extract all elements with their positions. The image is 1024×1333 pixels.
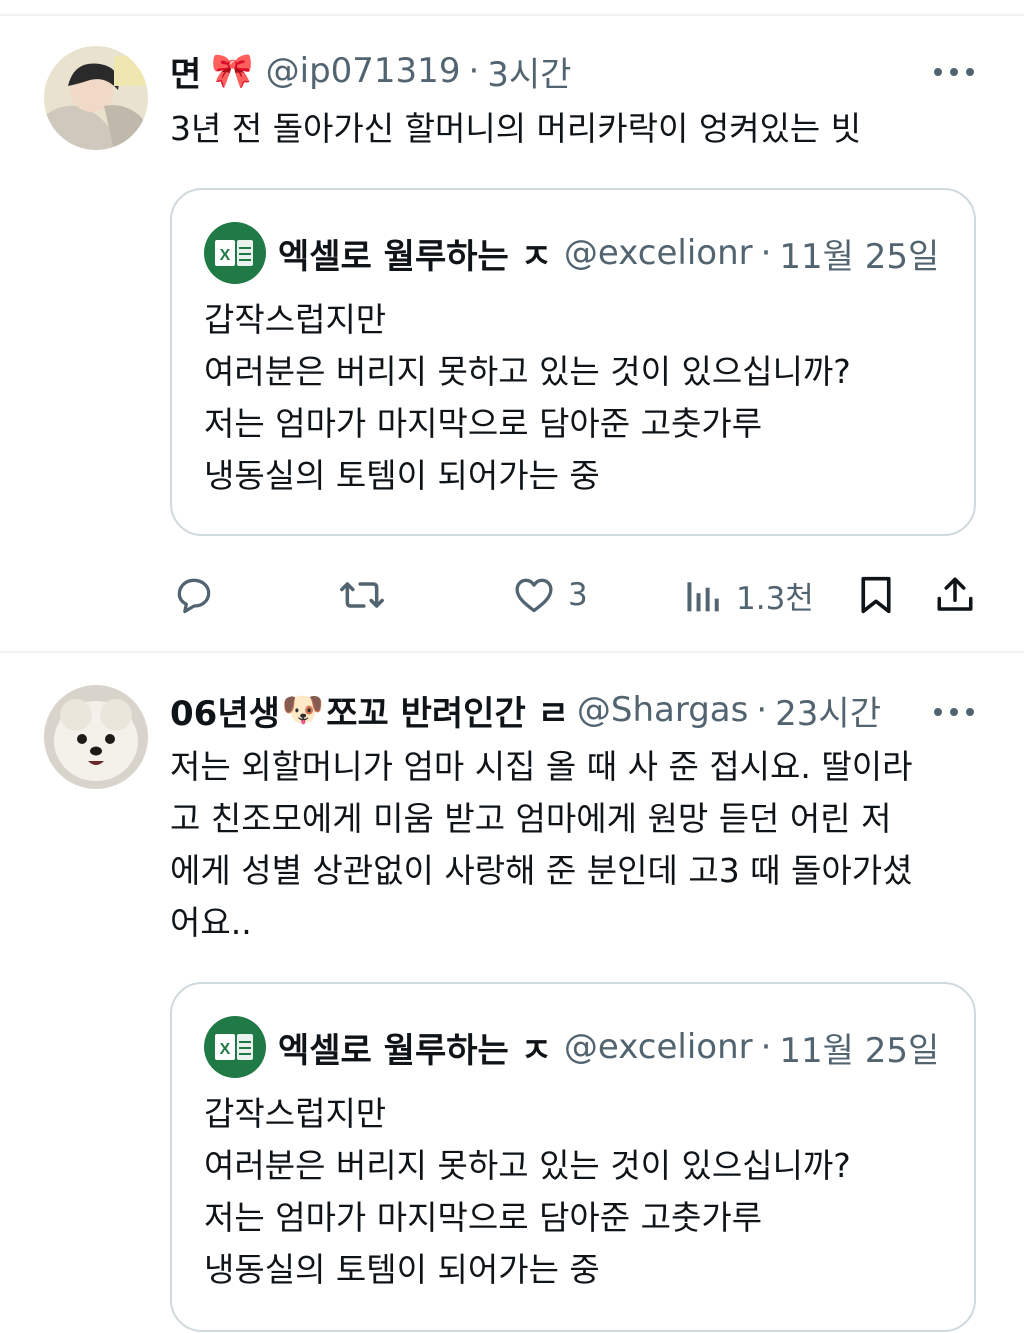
post-text: 저는 외할머니가 엄마 시집 올 때 사 준 접시요. 딸이라 고 친조모에게 …: [170, 741, 912, 949]
quote-text-line: 저는 엄마가 마지막으로 담아준 고춧가루: [204, 404, 763, 443]
more-dots-icon[interactable]: [934, 62, 974, 82]
author-handle[interactable]: @ip071319: [266, 51, 461, 91]
author-name[interactable]: 면: [170, 47, 201, 96]
bookmark-button[interactable]: [856, 570, 896, 620]
ribbon-emoji-icon: 🎀: [211, 51, 254, 91]
views-button[interactable]: 1.3천: [684, 570, 814, 620]
post-text-line: 고 친조모에게 미움 받고 엄마에게 원망 듣던 어린 저: [170, 799, 892, 838]
quoted-post[interactable]: X 엑셀로 월루하는 ㅈ @excelionr · 11월 25일 갑작스럽지만…: [170, 982, 976, 1332]
post-text-line: 어요..: [170, 903, 252, 942]
avatar-image: [44, 685, 148, 789]
avatar[interactable]: [44, 685, 148, 789]
quote-text-line: 저는 엄마가 마지막으로 담아준 고춧가루: [204, 1198, 763, 1237]
avatar[interactable]: [44, 46, 148, 150]
quote-text-line: 여러분은 버리지 못하고 있는 것이 있으십니까?: [204, 1146, 851, 1185]
more-dots-icon[interactable]: [934, 702, 974, 722]
share-icon: [937, 577, 973, 611]
post-time[interactable]: 3시간: [487, 47, 571, 96]
post-1[interactable]: 면 🎀 @ip071319 · 3시간 3년 전 돌아가신 할머니의 머리카락이…: [0, 0, 1024, 650]
views-chart-icon: [687, 582, 719, 612]
author-name[interactable]: 06년생: [170, 686, 280, 735]
post-2[interactable]: 06년생 🐶 쪼꼬 반려인간 ㄹ @Shargas · 23시간 저는 외할머니…: [0, 652, 1024, 1333]
view-count: 1.3천: [736, 580, 814, 617]
quote-text: 갑작스럽지만 여러분은 버리지 못하고 있는 것이 있으십니까? 저는 엄마가 …: [204, 294, 851, 502]
avatar-image: [44, 46, 148, 150]
quote-header: X 엑셀로 월루하는 ㅈ @excelionr · 11월 25일: [204, 222, 939, 284]
quote-author-name: 엑셀로 월루하는 ㅈ: [278, 236, 552, 277]
quote-time: 11월 25일: [779, 1030, 940, 1071]
separator-dot: ·: [760, 233, 772, 273]
quote-author-handle: @excelionr: [563, 1027, 753, 1067]
quote-author-handle: @excelionr: [563, 233, 753, 273]
quote-text-line: 갑작스럽지만: [204, 300, 387, 339]
quote-text-line: 냉동실의 토템이 되어가는 중: [204, 456, 600, 495]
excel-logo-icon: X: [204, 1016, 266, 1078]
quote-header: X 엑셀로 월루하는 ㅈ @excelionr · 11월 25일: [204, 1016, 939, 1078]
share-button[interactable]: [934, 570, 976, 620]
quoted-post[interactable]: X 엑셀로 월루하는 ㅈ @excelionr · 11월 25일 갑작스럽지만…: [170, 188, 976, 536]
action-bar: 3 1.3천: [170, 570, 980, 620]
svg-text:X: X: [220, 1041, 231, 1058]
quote-text-line: 냉동실의 토템이 되어가는 중: [204, 1250, 600, 1289]
quote-time: 11월 25일: [779, 236, 940, 277]
author-handle[interactable]: @Shargas: [577, 690, 748, 730]
separator-dot: ·: [468, 51, 480, 91]
quote-text-line: 갑작스럽지만: [204, 1094, 387, 1133]
like-button[interactable]: 3: [512, 570, 588, 620]
post-text: 3년 전 돌아가신 할머니의 머리카락이 엉켜있는 빗: [170, 103, 861, 155]
heart-icon: [515, 578, 553, 613]
separator-dot: ·: [756, 690, 768, 730]
quote-text: 갑작스럽지만 여러분은 버리지 못하고 있는 것이 있으십니까? 저는 엄마가 …: [204, 1088, 851, 1296]
quote-author-name: 엑셀로 월루하는 ㅈ: [278, 1030, 552, 1071]
quote-text-line: 여러분은 버리지 못하고 있는 것이 있으십니까?: [204, 352, 851, 391]
excel-logo-icon: X: [204, 222, 266, 284]
post-text-line: 에게 성별 상관없이 사랑해 준 분인데 고3 때 돌아가셨: [170, 851, 913, 890]
bookmark-icon: [861, 576, 891, 614]
reply-icon: [177, 578, 211, 614]
post-header: 06년생 🐶 쪼꼬 반려인간 ㄹ @Shargas · 23시간: [170, 686, 881, 735]
post-text-line: 저는 외할머니가 엄마 시집 올 때 사 준 접시요. 딸이라: [170, 747, 913, 786]
svg-text:X: X: [220, 247, 231, 264]
separator-dot: ·: [760, 1027, 772, 1067]
repost-icon: [340, 582, 384, 608]
author-name-suffix[interactable]: 쪼꼬 반려인간 ㄹ: [326, 686, 569, 735]
post-header: 면 🎀 @ip071319 · 3시간: [170, 47, 571, 96]
repost-button[interactable]: [338, 570, 386, 620]
like-count: 3: [568, 577, 588, 613]
reply-button[interactable]: [172, 570, 216, 620]
dog-emoji-icon: 🐶: [281, 690, 325, 730]
post-text-line: 3년 전 돌아가신 할머니의 머리카락이 엉켜있는 빗: [170, 109, 862, 148]
post-time[interactable]: 23시간: [775, 686, 881, 735]
